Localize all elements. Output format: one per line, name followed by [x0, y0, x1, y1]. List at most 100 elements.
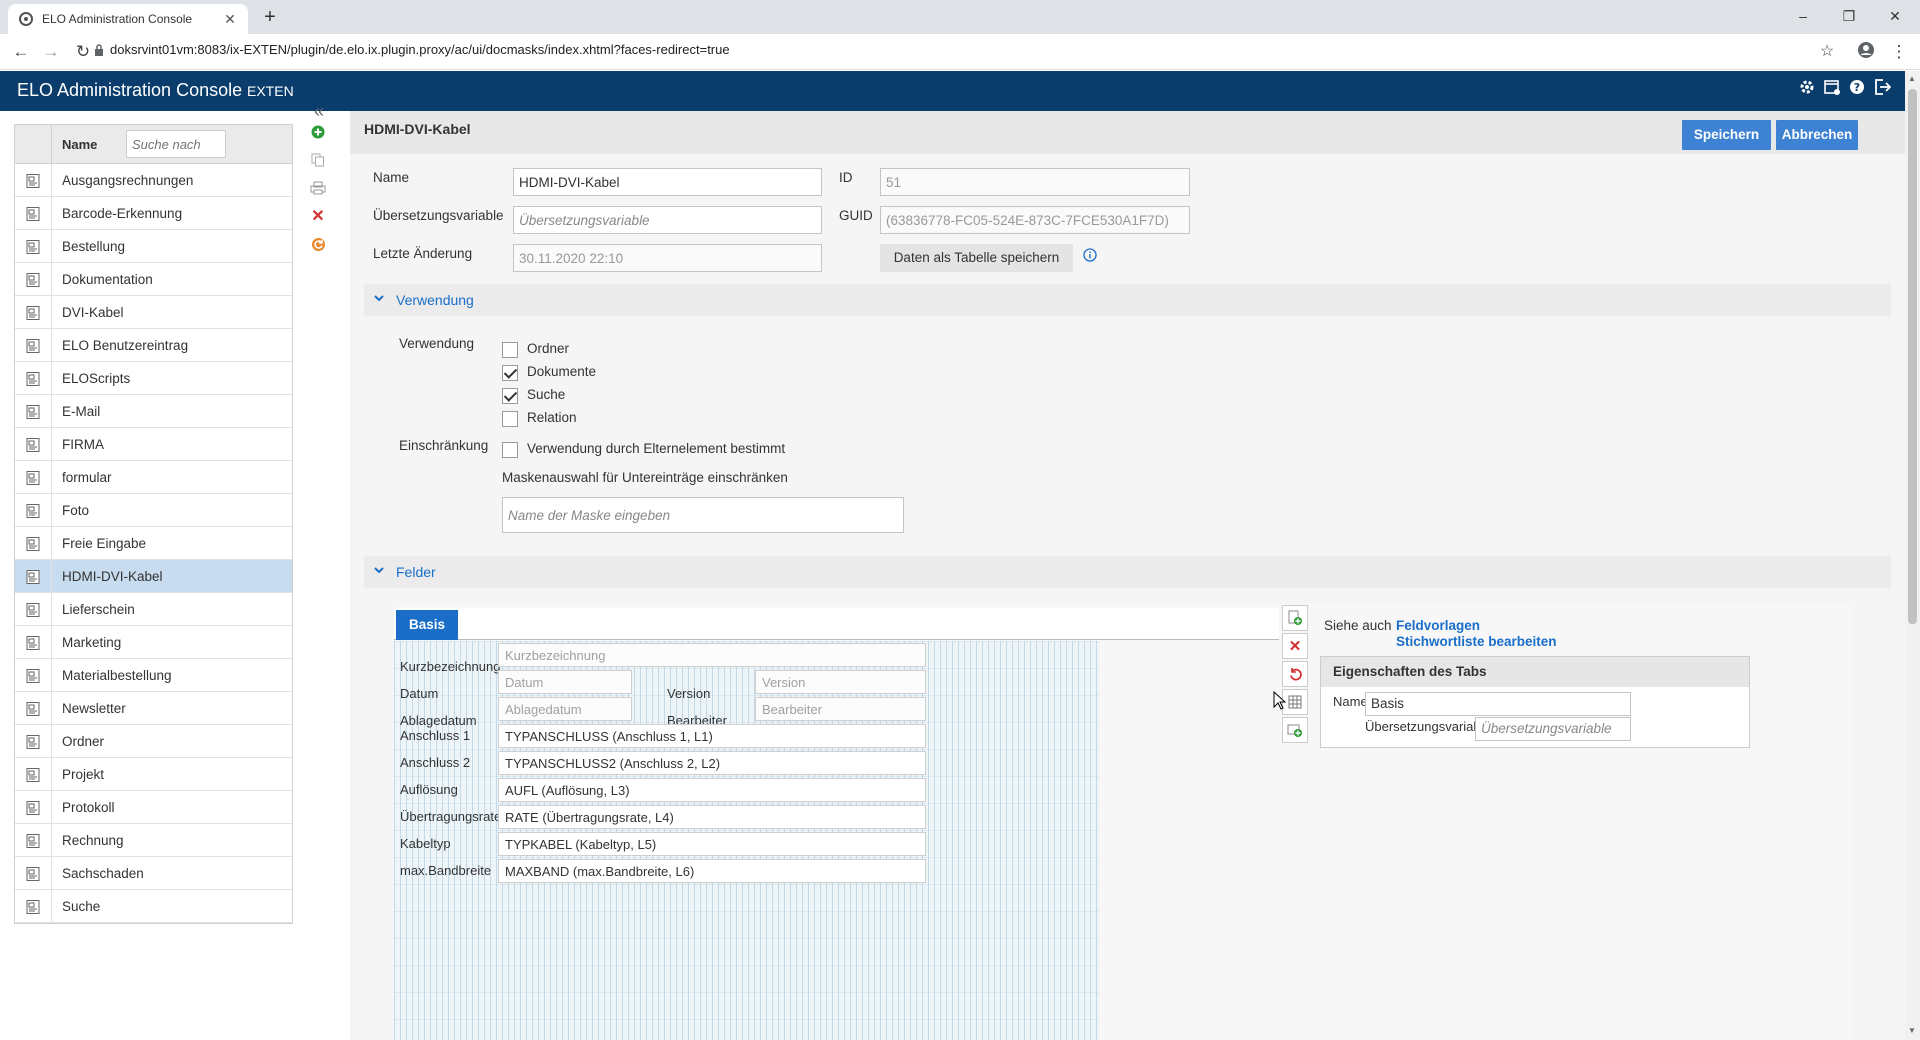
mask-list-item[interactable]: Suche	[15, 890, 292, 923]
browser-menu-icon[interactable]: ⋮	[1888, 41, 1910, 63]
mask-list-item[interactable]: E-Mail	[15, 395, 292, 428]
page-scrollbar[interactable]: ▲ ▼	[1905, 71, 1920, 1040]
mask-list-item[interactable]: Projekt	[15, 758, 292, 791]
mask-list-item[interactable]: Ordner	[15, 725, 292, 758]
name-input[interactable]: HDMI-DVI-Kabel	[513, 168, 822, 196]
app-subtitle: EXTEN	[247, 83, 294, 99]
mask-icon	[15, 263, 52, 296]
usage-section-header[interactable]: Verwendung	[364, 284, 1891, 316]
collapse-panel-icon[interactable]: «	[307, 100, 331, 122]
refresh-icon[interactable]	[306, 233, 330, 255]
mask-search-input[interactable]	[126, 130, 226, 158]
mask-list-item[interactable]: formular	[15, 461, 292, 494]
field-label: Auflösung	[400, 782, 458, 797]
svg-text:?: ?	[1854, 81, 1860, 94]
mask-list-item[interactable]: Marketing	[15, 626, 292, 659]
gear-icon[interactable]	[1797, 77, 1817, 97]
tab-translation-label: Übersetzungsvariable	[1365, 719, 1491, 734]
window-settings-icon[interactable]	[1822, 77, 1842, 97]
mask-icon	[15, 725, 52, 758]
mask-list-item[interactable]: Ausgangsrechnungen	[15, 164, 292, 197]
mask-name: ELOScripts	[62, 371, 131, 386]
add-mask-icon[interactable]	[306, 121, 330, 143]
custom-field[interactable]: TYPKABEL (Kabeltyp, L5)	[498, 832, 926, 856]
custom-field[interactable]: TYPANSCHLUSS2 (Anschluss 2, L2)	[498, 751, 926, 775]
field-bearbeiter[interactable]: Bearbeiter	[755, 697, 926, 721]
add-field-icon[interactable]	[1282, 605, 1308, 631]
mask-list-item[interactable]: Barcode-Erkennung	[15, 197, 292, 230]
usage-checkbox[interactable]	[502, 388, 518, 404]
scroll-down-icon[interactable]: ▼	[1908, 1026, 1916, 1035]
mask-list-item[interactable]: Foto	[15, 494, 292, 527]
mask-name-input[interactable]: Name der Maske eingeben	[502, 497, 904, 533]
reload-icon[interactable]: ↻	[72, 41, 94, 63]
field-templates-link[interactable]: Feldvorlagen	[1396, 618, 1480, 633]
mask-list-item[interactable]: Dokumentation	[15, 263, 292, 296]
field-kurzbezeichnung[interactable]: Kurzbezeichnung	[498, 643, 926, 667]
mask-list-item[interactable]: ELO Benutzereintrag	[15, 329, 292, 362]
mask-list-item[interactable]: Protokoll	[15, 791, 292, 824]
translation-label: Übersetzungsvariable	[373, 208, 504, 223]
profile-icon[interactable]	[1855, 41, 1877, 63]
mask-list-item[interactable]: ELOScripts	[15, 362, 292, 395]
logout-icon[interactable]	[1872, 77, 1892, 97]
print-icon[interactable]	[306, 177, 330, 199]
undo-icon[interactable]	[1282, 661, 1308, 687]
save-button[interactable]: Speichern	[1682, 120, 1771, 150]
mask-list-item[interactable]: Newsletter	[15, 692, 292, 725]
custom-field[interactable]: MAXBAND (max.Bandbreite, L6)	[498, 859, 926, 883]
tab-translation-input[interactable]: Übersetzungsvariable	[1475, 717, 1631, 741]
custom-field[interactable]: RATE (Übertragungsrate, L4)	[498, 805, 926, 829]
field-version[interactable]: Version	[755, 670, 926, 694]
copy-mask-icon[interactable]	[306, 149, 330, 171]
mask-list-item[interactable]: Materialbestellung	[15, 659, 292, 692]
back-icon[interactable]: ←	[10, 41, 32, 63]
browser-tab[interactable]: ELO Administration Console ✕	[8, 4, 248, 34]
delete-field-icon[interactable]: ✕	[1282, 633, 1308, 659]
bookmark-star-icon[interactable]: ☆	[1816, 41, 1838, 63]
usage-checkbox[interactable]	[502, 365, 518, 381]
new-tab-button[interactable]: +	[258, 6, 282, 30]
usage-checkbox[interactable]	[502, 411, 518, 427]
scroll-up-icon[interactable]: ▲	[1908, 74, 1916, 83]
usage-checkbox[interactable]	[502, 342, 518, 358]
mask-list-item[interactable]: Bestellung	[15, 230, 292, 263]
translation-input[interactable]: Übersetzungsvariable	[513, 206, 822, 234]
close-window-button[interactable]: ✕	[1872, 4, 1918, 30]
parent-restriction-checkbox[interactable]	[502, 442, 518, 458]
field-layout-grid[interactable]: Kurzbezeichnung Kurzbezeichnung Datum Da…	[394, 641, 1099, 1040]
add-tab-icon[interactable]	[1282, 717, 1308, 743]
forward-icon[interactable]: →	[40, 41, 62, 63]
field-datum[interactable]: Datum	[498, 670, 632, 694]
delete-mask-icon[interactable]: ✕	[306, 205, 330, 227]
url-field[interactable]: doksrvint01vm:8083/ix-EXTEN/plugin/de.el…	[110, 42, 730, 57]
info-icon[interactable]	[1083, 248, 1097, 265]
keyword-list-link[interactable]: Stichwortliste bearbeiten	[1396, 634, 1557, 649]
field-ablagedatum[interactable]: Ablagedatum	[498, 697, 632, 721]
mask-list-item[interactable]: Sachschaden	[15, 857, 292, 890]
tab-title: ELO Administration Console	[42, 12, 193, 26]
mask-list-item[interactable]: FIRMA	[15, 428, 292, 461]
cancel-button[interactable]: Abbrechen	[1776, 120, 1858, 150]
mask-name: Foto	[62, 503, 90, 518]
fields-section-header[interactable]: Felder	[364, 556, 1891, 588]
name-column-header[interactable]: Name	[62, 137, 97, 152]
tab-close-icon[interactable]: ✕	[222, 11, 238, 28]
mask-list-item[interactable]: Lieferschein	[15, 593, 292, 626]
custom-field[interactable]: AUFL (Auflösung, L3)	[498, 778, 926, 802]
mask-list-item[interactable]: Rechnung	[15, 824, 292, 857]
tab-name-input[interactable]: Basis	[1365, 692, 1631, 716]
scrollbar-thumb[interactable]	[1908, 89, 1917, 624]
help-icon[interactable]: ?	[1847, 77, 1867, 97]
mask-list-item[interactable]: Freie Eingabe	[15, 527, 292, 560]
mask-name: Bestellung	[62, 239, 126, 254]
restore-button[interactable]: ❐	[1826, 4, 1872, 30]
save-as-table-button[interactable]: Daten als Tabelle speichern	[880, 244, 1073, 272]
tab-basis[interactable]: Basis	[396, 610, 458, 640]
mask-editor: HDMI-DVI-Kabel Speichern Abbrechen Name …	[350, 111, 1905, 1040]
mask-list-item[interactable]: DVI-Kabel	[15, 296, 292, 329]
mask-list-item[interactable]: HDMI-DVI-Kabel	[15, 560, 292, 593]
minimize-button[interactable]: –	[1780, 4, 1826, 30]
parent-restriction-label: Verwendung durch Elternelement bestimmt	[527, 441, 786, 456]
custom-field[interactable]: TYPANSCHLUSS (Anschluss 1, L1)	[498, 724, 926, 748]
